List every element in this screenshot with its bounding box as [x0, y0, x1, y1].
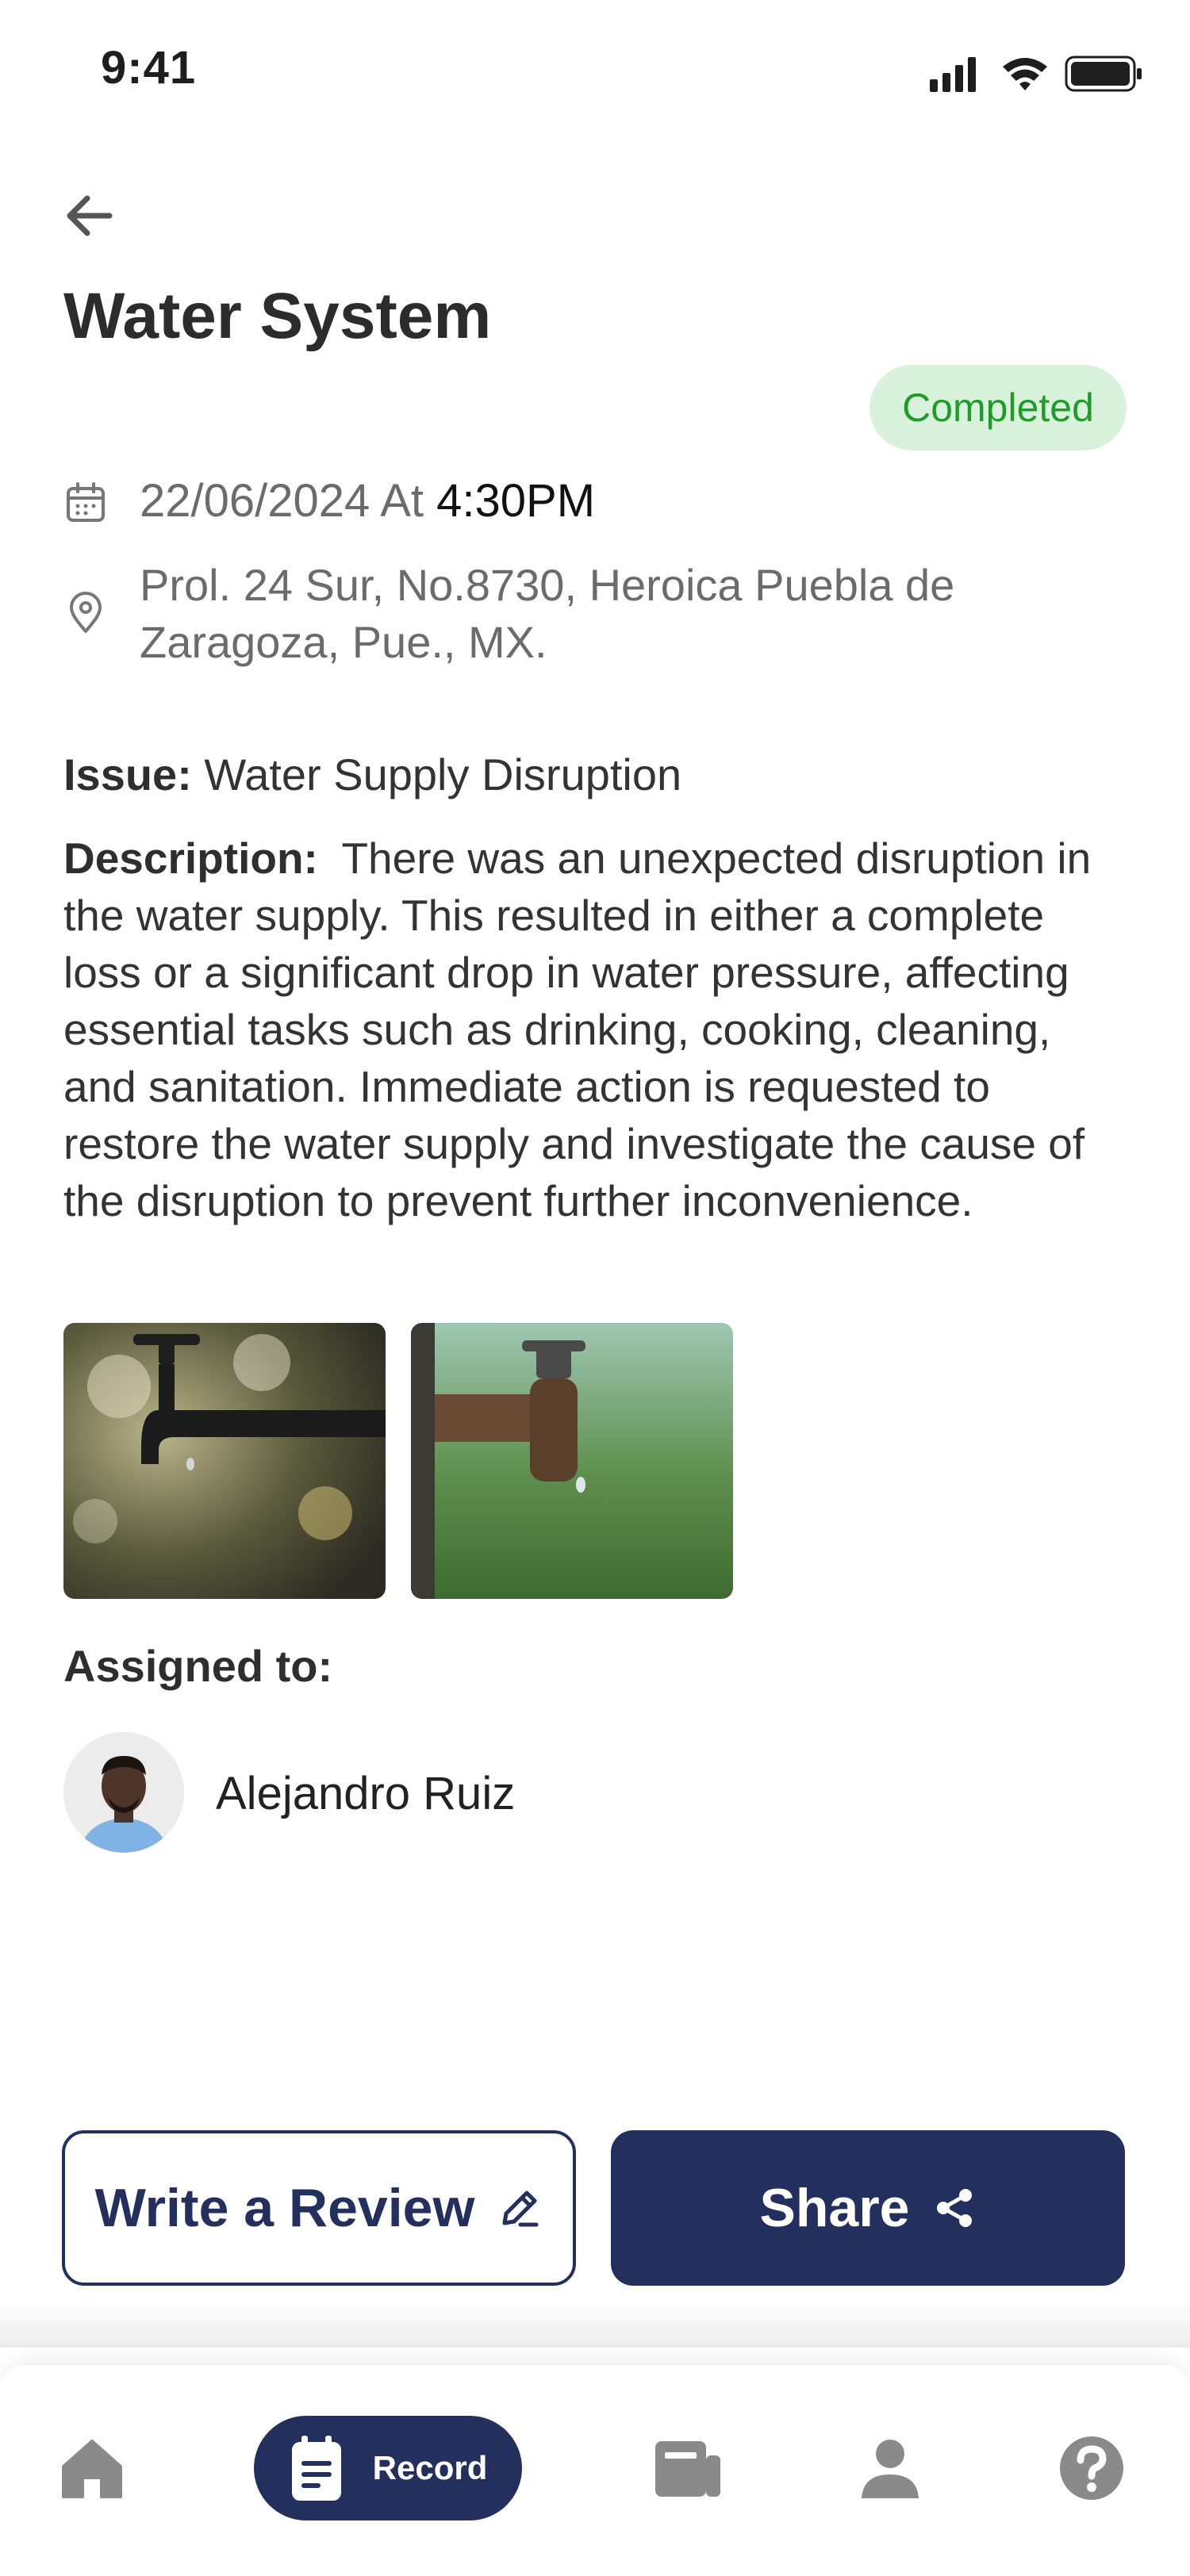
pencil-icon: [502, 2191, 539, 2227]
assignee-name: Alejandro Ruiz: [216, 1768, 516, 1819]
help-icon[interactable]: [1052, 2428, 1131, 2508]
battery-icon: [1065, 56, 1142, 92]
date-time: 22/06/2024 At 4:30PM: [140, 474, 595, 527]
write-review-button[interactable]: Write a Review: [62, 2130, 576, 2286]
wifi-icon: [1003, 58, 1047, 90]
status-time: 9:41: [101, 42, 197, 94]
description: Description: There was an unexpected dis…: [63, 830, 1127, 1229]
avatar: [63, 1732, 184, 1853]
issue-row: Issue: Water Supply Disruption: [63, 749, 681, 800]
description-text: There was an unexpected disruption in th…: [63, 834, 1092, 1225]
location-pin-icon: [70, 592, 102, 633]
description-label: Description:: [63, 834, 318, 883]
status-icons: [930, 56, 1142, 92]
write-review-label: Write a Review: [94, 2178, 475, 2238]
news-icon[interactable]: [647, 2428, 727, 2508]
issue-photo[interactable]: [63, 1323, 386, 1599]
bottom-nav: [0, 2365, 1190, 2576]
home-icon[interactable]: [52, 2428, 132, 2508]
time-text: 4:30PM: [436, 475, 596, 527]
calendar-icon: [67, 482, 105, 522]
nav-record-label: Record: [372, 2449, 488, 2486]
back-arrow-icon[interactable]: [57, 184, 121, 247]
share-button[interactable]: Share: [611, 2130, 1125, 2286]
date-text: 22/06/2024 At: [140, 475, 424, 527]
address: Prol. 24 Sur, No.8730, Heroica Puebla de…: [140, 560, 955, 667]
signal-icon: [930, 57, 976, 92]
status-badge: Completed: [869, 365, 1127, 450]
share-label: Share: [759, 2178, 910, 2238]
page-title: Water System: [63, 280, 492, 352]
share-icon: [936, 2189, 972, 2227]
profile-icon[interactable]: [850, 2428, 930, 2508]
nav-shadow: [0, 2300, 1190, 2348]
assigned-label: Assigned to:: [63, 1641, 333, 1691]
record-icon: [291, 2436, 341, 2501]
issue-photo[interactable]: [411, 1323, 733, 1599]
nav-record-tab[interactable]: Record: [254, 2416, 522, 2520]
issue-label: Issue:: [63, 749, 192, 799]
issue-value: Water Supply Disruption: [204, 749, 682, 799]
